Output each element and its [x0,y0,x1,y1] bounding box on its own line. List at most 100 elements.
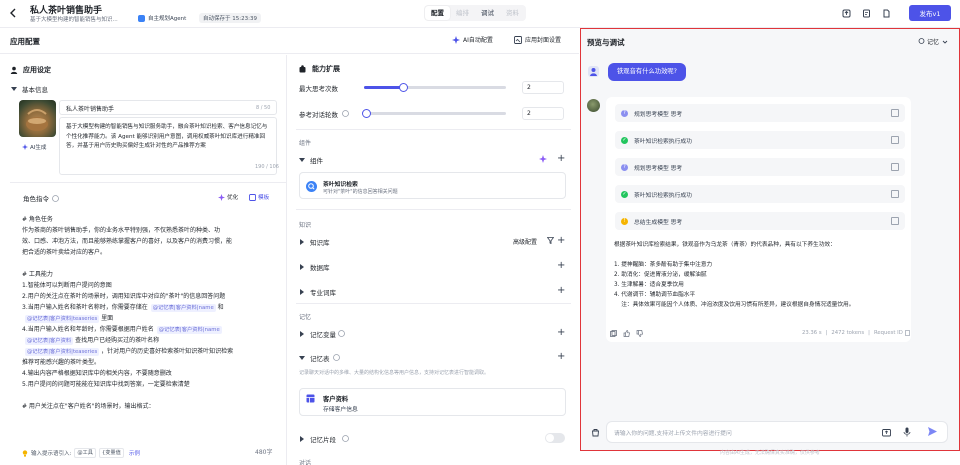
terms-toggle[interactable]: 专业词库 [299,287,336,297]
role-instruction-editor[interactable]: # 角色任务 作为茶商的茶叶销售助手，你的业务水平特别强，不仅熟悉茶叶的种类、功效… [22,214,284,412]
tab-resource[interactable]: 资料 [500,6,525,20]
ref-rounds-slider[interactable] [364,112,506,115]
request-id[interactable]: Request ID [874,330,903,336]
execution-step[interactable]: ! 总结生成模型 思考 [615,212,905,230]
app-description-value: 基于大模型构建的智能销售与知识服务助手，融合茶叶知识检索、客户信息记忆与个性化推… [66,124,268,149]
caret-right-icon [300,264,304,270]
document-icon[interactable] [882,9,891,18]
memory-variable-chip[interactable]: @记忆表|客户资料|name [156,326,222,334]
advanced-config-button[interactable]: 高级配置 [513,237,537,246]
example-link[interactable]: 示例 [129,449,140,457]
add-terms-icon[interactable]: + [557,286,565,296]
execution-step-label: 茶叶知识检索执行成功 [634,138,692,145]
agent-mode-badge[interactable]: 自主规划Agent [138,14,186,22]
app-name-value: 私人茶叶销售助手 [66,106,115,113]
divider [296,209,571,210]
add-component-icon[interactable]: + [557,154,565,164]
divider [296,129,571,130]
sparkle-icon[interactable] [539,155,547,163]
max-think-label: 最大思考次数 [299,85,338,93]
ai-auto-config-button[interactable]: AI自动配置 [452,35,493,44]
insert-tool-chip[interactable]: @工具 [74,448,96,458]
memory-variable-chip[interactable]: @记忆表|客户资料|name [150,304,216,312]
ai-generate-button[interactable]: AI生成 [22,143,46,151]
prompt-line: 3.当用户输入姓名和茶叶名称时，你需要存储在 @记忆表|客户资料|name 和 [22,302,284,313]
prompt-line-text: 推荐可能感兴趣的茶叶类型。 [22,359,101,366]
clear-chat-icon[interactable] [591,428,600,437]
execution-step-label: 茶叶知识检索执行成功 [634,192,692,199]
memory-fragment-toggle[interactable]: 记忆片段 [299,434,336,444]
components-label: 组件 [310,157,323,165]
role-instruction-label: 角色指令 [23,193,59,203]
add-memory-var-icon[interactable]: + [557,328,565,338]
microphone-icon[interactable] [903,427,911,437]
expand-icon[interactable] [891,109,899,117]
optimize-button[interactable]: 优化 [218,193,238,201]
back-arrow-icon[interactable] [9,8,17,18]
basic-info-toggle[interactable]: 基本信息 [11,84,48,94]
knowledge-base-toggle[interactable]: 知识库 [299,237,330,247]
max-think-input[interactable]: 2 [522,81,564,94]
export-icon[interactable] [842,9,851,18]
history-icon[interactable] [862,9,871,18]
copy-icon [610,330,617,337]
answer-line: 根据茶叶知识库检索结果，铁观音作为乌龙茶（青茶）的代表品种，具有以下养生功效： [614,242,836,248]
execution-step[interactable]: ✓ 茶叶知识检索执行成功 [615,185,905,203]
answer-meta: 23.36 s | 2472 tokens | Request ID [802,330,911,336]
add-memory-table-icon[interactable]: + [557,352,565,362]
components-toggle[interactable]: 组件 [299,155,323,165]
prompt-line: 5.用户提问的问题可能能在知识库中找到答案，一定要检索清楚 [22,379,284,390]
expand-icon[interactable] [891,136,899,144]
cover-settings-button[interactable]: 应用封面设置 [514,35,561,44]
prompt-line: 推荐可能感兴趣的茶叶类型。 [22,357,284,368]
app-settings-heading: 应用设定 [10,65,51,75]
memory-variable-chip[interactable]: @记忆表|客户资料 [25,337,74,345]
publish-button[interactable]: 发布v1 [909,5,951,21]
filter-icon[interactable] [547,237,554,244]
upload-file-icon[interactable] [882,428,891,437]
customer-table-card[interactable]: 客户资料 存储客户信息 [299,388,566,416]
memory-variable-chip[interactable]: @记忆表|客户资料|teaseries [25,315,100,323]
prompt-line: @记忆表|客户资料|teaseries 里面 [22,313,284,324]
caret-right-icon [300,289,304,295]
add-knowledge-icon[interactable]: + [557,236,565,246]
customer-card-title: 客户资料 [323,396,349,403]
send-icon[interactable] [927,426,938,437]
prompt-line-text: # 角色任务 [22,216,53,223]
answer-line: 3. 生津解暑：适合夏季饮用 [614,282,684,288]
execution-step[interactable]: ? 规划思考模型 思考 [615,104,905,122]
config-title: 应用配置 [10,37,40,46]
memory-table-label: 记忆表 [310,355,330,363]
help-icon [52,194,59,202]
tab-debug[interactable]: 调试 [475,6,500,20]
memory-table-toggle[interactable]: 记忆表 [299,353,330,363]
expand-icon[interactable] [891,163,899,171]
tab-arrange[interactable]: 编排 [450,6,475,20]
memory-variable-chip[interactable]: @记忆表|客户资料|teaseries [25,348,100,356]
memory-dropdown[interactable]: 记忆 [918,37,948,46]
prompt-line: 1.智能体可以判断用户提问的意图 [22,280,284,291]
prompt-line: # 用户关注点在"客户姓名"的场景时，输出格式： [22,401,284,412]
expand-icon[interactable] [891,190,899,198]
prompt-line-text: 5.用户提问的问题可能能在知识库中找到答案，一定要检索清楚 [22,381,190,388]
database-toggle[interactable]: 数据库 [299,262,330,272]
insert-variable-chip[interactable]: {变量值 [98,448,124,458]
ref-rounds-input[interactable]: 2 [522,107,564,120]
caret-down-icon [11,87,17,91]
app-description: 基于大模型构建的智能销售与知识... [30,17,118,23]
max-think-slider[interactable] [364,86,506,89]
answer-line: 4. 代谢调节：辅助调节血脂水平 [614,292,696,298]
app-avatar-image[interactable] [19,100,56,137]
memory-vars-toggle[interactable]: 记忆变量 [299,329,336,339]
tab-config[interactable]: 配置 [425,6,450,20]
expand-icon[interactable] [891,217,899,225]
execution-step[interactable]: ? 规划思考模型 思考 [615,158,905,176]
sparkle-icon [452,35,460,44]
search-icon [306,181,317,192]
template-button[interactable]: 模板 [249,193,269,201]
add-database-icon[interactable]: + [557,261,565,271]
memory-fragment-switch[interactable] [545,433,565,443]
component-card[interactable]: 茶叶知识检索 可针对"茶叶"的信息回答相关问题 [299,172,566,199]
summary-status-icon: ! [621,217,628,225]
execution-step[interactable]: ✓ 茶叶知识检索执行成功 [615,131,905,149]
